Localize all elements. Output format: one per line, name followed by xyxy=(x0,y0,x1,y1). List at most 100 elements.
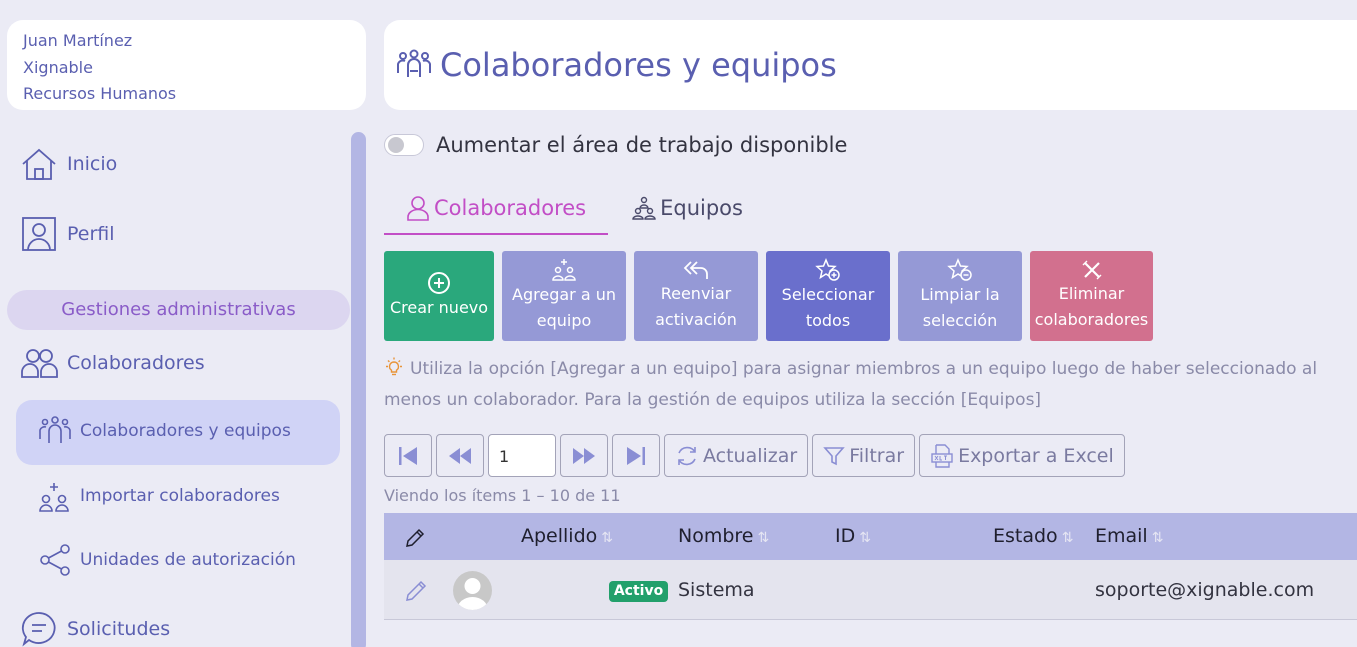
first-page-button[interactable] xyxy=(384,434,432,477)
user-icon xyxy=(407,196,429,221)
page-number-input[interactable]: 1 xyxy=(488,434,556,477)
sidebar-item-label: Unidades de autorización xyxy=(80,550,296,570)
team-icon xyxy=(39,416,71,443)
table-row[interactable]: Sistema soporte@xignable.com xyxy=(384,560,1357,620)
sort-icon[interactable]: ⇅ xyxy=(1062,530,1074,546)
column-header-id[interactable]: ID ⇅ xyxy=(835,513,871,560)
button-label: Reenviar activación xyxy=(655,284,737,329)
column-label: Apellido xyxy=(521,525,598,547)
sidebar-item-unidades[interactable]: Unidades de autorización xyxy=(38,543,296,577)
workspace-toggle[interactable] xyxy=(384,134,424,156)
sidebar-item-inicio[interactable]: Inicio xyxy=(20,145,117,183)
button-label: Crear nuevo xyxy=(389,298,489,317)
profile-icon xyxy=(22,217,56,251)
tab-colaboradores[interactable]: Colaboradores xyxy=(384,183,609,235)
plus-circle-icon xyxy=(428,272,450,294)
workspace-toggle-label: Aumentar el área de trabajo disponible xyxy=(436,133,848,157)
column-header-email[interactable]: Email ⇅ xyxy=(1095,513,1163,560)
sidebar-item-label: Inicio xyxy=(67,153,118,175)
team-icon xyxy=(397,49,431,77)
refresh-icon xyxy=(678,446,696,465)
add-to-team-button[interactable]: Agregar a un equipo xyxy=(502,251,626,341)
next-page-button[interactable] xyxy=(560,434,608,477)
tab-label: Colaboradores xyxy=(434,196,587,220)
sort-icon[interactable]: ⇅ xyxy=(859,530,871,546)
cell-nombre: Sistema xyxy=(678,579,755,601)
sidebar-scrollbar[interactable] xyxy=(351,132,366,647)
button-label: Seleccionar todos xyxy=(781,285,875,330)
page-header: Colaboradores y equipos xyxy=(384,20,1357,110)
rewind-icon xyxy=(449,447,471,464)
close-icon xyxy=(1082,260,1101,280)
sidebar-item-solicitudes[interactable]: Solicitudes xyxy=(20,610,170,647)
resend-activation-button[interactable]: Reenviar activación xyxy=(634,251,758,341)
tabs: Colaboradores Equipos xyxy=(384,183,765,235)
column-label: ID xyxy=(835,525,856,547)
share-nodes-icon xyxy=(40,544,70,576)
button-label: Limpiar la selección xyxy=(920,285,1000,330)
sidebar-item-label: Colaboradores xyxy=(67,352,205,374)
star-plus-icon xyxy=(815,258,840,281)
hint-text-container: Utiliza la opción [Agregar a un equipo] … xyxy=(384,354,1357,416)
user-card: Juan Martínez Xignable Recursos Humanos xyxy=(7,20,366,110)
lightbulb-icon xyxy=(386,357,402,376)
pager-toolbar: 1 Actualizar Filtrar Exportar a Excel xyxy=(384,434,1125,477)
column-header-nombre[interactable]: Nombre ⇅ xyxy=(678,513,769,560)
add-team-icon xyxy=(552,259,576,281)
fast-forward-icon xyxy=(573,447,595,464)
previous-page-button[interactable] xyxy=(436,434,484,477)
delete-collaborators-button[interactable]: Eliminar colaboradores xyxy=(1030,251,1153,341)
sidebar-item-importar[interactable]: Importar colaboradores xyxy=(38,479,280,513)
first-page-icon xyxy=(399,446,417,465)
refresh-label: Actualizar xyxy=(703,444,798,467)
sidebar-item-colaboradores[interactable]: Colaboradores xyxy=(20,344,205,382)
last-page-button[interactable] xyxy=(612,434,660,477)
filter-icon xyxy=(823,446,845,465)
chat-icon xyxy=(21,612,56,647)
star-minus-icon xyxy=(947,258,972,281)
tab-equipos[interactable]: Equipos xyxy=(608,183,765,233)
edit-icon[interactable] xyxy=(405,580,427,602)
user-name: Juan Martínez xyxy=(23,31,133,50)
export-xlsx-icon xyxy=(931,443,953,468)
page-title: Colaboradores y equipos xyxy=(440,46,837,84)
action-toolbar: Crear nuevo Agregar a un equipo Reenviar… xyxy=(384,251,1153,341)
team-pyramid-icon xyxy=(632,196,656,220)
sort-icon[interactable]: ⇅ xyxy=(601,530,613,546)
column-label: Estado xyxy=(993,525,1058,547)
column-header-estado[interactable]: Estado ⇅ xyxy=(993,513,1073,560)
table-header: Apellido ⇅ Nombre ⇅ ID ⇅ Estado ⇅ Email ⇅ xyxy=(384,513,1357,560)
workspace-toggle-row: Aumentar el área de trabajo disponible xyxy=(384,133,847,157)
sort-icon[interactable]: ⇅ xyxy=(758,530,770,546)
button-label: Agregar a un equipo xyxy=(512,285,616,330)
refresh-button[interactable]: Actualizar xyxy=(664,434,809,477)
sidebar-item-label: Importar colaboradores xyxy=(80,486,280,506)
cell-email: soporte@xignable.com xyxy=(1095,579,1315,601)
tab-label: Equipos xyxy=(660,196,743,220)
sidebar-item-label: Solicitudes xyxy=(67,618,171,640)
column-header-apellido[interactable]: Apellido ⇅ xyxy=(521,513,613,560)
sidebar-item-perfil[interactable]: Perfil xyxy=(20,215,115,253)
user-company: Xignable xyxy=(23,57,93,77)
export-excel-button[interactable]: Exportar a Excel xyxy=(919,434,1125,477)
filter-button[interactable]: Filtrar xyxy=(812,434,916,477)
import-users-icon xyxy=(39,483,69,512)
sort-icon[interactable]: ⇅ xyxy=(1152,530,1164,546)
items-count: Viendo los ítems 1 – 10 de 11 xyxy=(384,486,621,505)
users-icon xyxy=(21,349,58,378)
reply-all-icon xyxy=(683,261,708,279)
export-label: Exportar a Excel xyxy=(958,444,1114,467)
avatar xyxy=(453,571,492,610)
create-new-button[interactable]: Crear nuevo xyxy=(384,251,494,341)
section-header-gestiones[interactable]: Gestiones administrativas xyxy=(7,290,350,330)
user-department: Recursos Humanos xyxy=(23,84,177,103)
select-all-button[interactable]: Seleccionar todos xyxy=(766,251,890,341)
sidebar: Inicio Perfil Gestiones administrativas … xyxy=(0,130,366,647)
clear-selection-button[interactable]: Limpiar la selección xyxy=(898,251,1022,341)
edit-icon xyxy=(406,528,425,547)
last-page-icon xyxy=(627,446,645,465)
sidebar-item-label: Perfil xyxy=(67,223,115,245)
hint-text: Utiliza la opción [Agregar a un equipo] … xyxy=(384,359,1318,410)
sidebar-item-colaboradores-y-equipos[interactable]: Colaboradores y equipos xyxy=(38,414,291,448)
column-label: Email xyxy=(1095,525,1148,547)
